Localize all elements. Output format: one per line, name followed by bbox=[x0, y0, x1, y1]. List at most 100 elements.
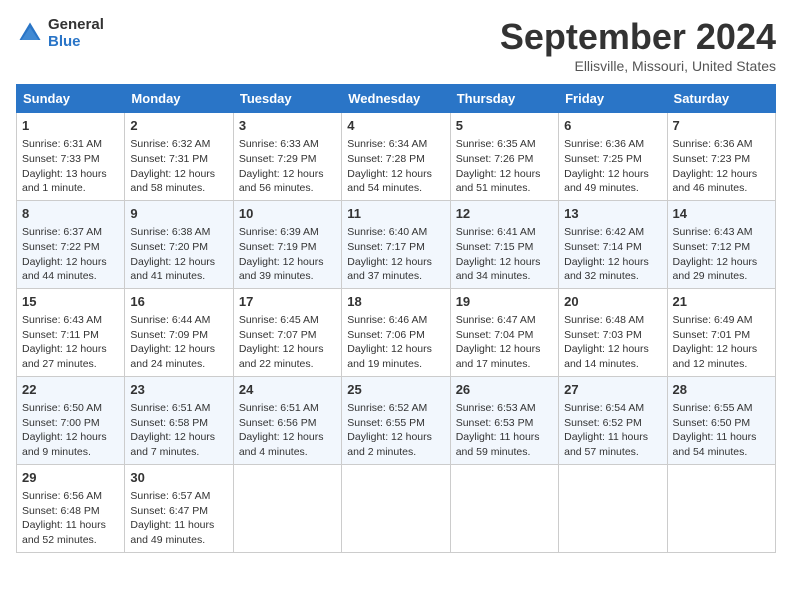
calendar-cell bbox=[342, 464, 450, 552]
day-info: Sunset: 6:48 PM bbox=[22, 504, 119, 519]
calendar-cell: 15Sunrise: 6:43 AMSunset: 7:11 PMDayligh… bbox=[17, 288, 125, 376]
day-info: and 49 minutes. bbox=[564, 181, 661, 196]
calendar-cell: 1Sunrise: 6:31 AMSunset: 7:33 PMDaylight… bbox=[17, 113, 125, 201]
day-number: 11 bbox=[347, 205, 444, 223]
day-info: Daylight: 12 hours bbox=[239, 255, 336, 270]
day-number: 9 bbox=[130, 205, 227, 223]
day-info: and 14 minutes. bbox=[564, 357, 661, 372]
calendar-cell: 2Sunrise: 6:32 AMSunset: 7:31 PMDaylight… bbox=[125, 113, 233, 201]
calendar-cell: 10Sunrise: 6:39 AMSunset: 7:19 PMDayligh… bbox=[233, 200, 341, 288]
day-info: Sunset: 7:20 PM bbox=[130, 240, 227, 255]
day-info: Sunset: 7:00 PM bbox=[22, 416, 119, 431]
day-info: Daylight: 12 hours bbox=[347, 342, 444, 357]
day-info: Daylight: 11 hours bbox=[456, 430, 553, 445]
calendar-cell bbox=[450, 464, 558, 552]
day-info: Sunrise: 6:48 AM bbox=[564, 313, 661, 328]
day-info: Sunrise: 6:55 AM bbox=[673, 401, 770, 416]
month-title: September 2024 bbox=[500, 16, 776, 58]
day-info: Sunset: 6:50 PM bbox=[673, 416, 770, 431]
day-info: Sunset: 7:11 PM bbox=[22, 328, 119, 343]
day-info: Daylight: 12 hours bbox=[347, 430, 444, 445]
day-info: Daylight: 12 hours bbox=[673, 255, 770, 270]
header-day: Wednesday bbox=[342, 85, 450, 113]
day-info: Sunrise: 6:56 AM bbox=[22, 489, 119, 504]
day-info: and 29 minutes. bbox=[673, 269, 770, 284]
day-info: Sunrise: 6:51 AM bbox=[239, 401, 336, 416]
location: Ellisville, Missouri, United States bbox=[500, 58, 776, 74]
calendar-week-row: 29 Sunrise: 6:56 AMSunset: 6:48 PM Dayligh… bbox=[17, 464, 776, 552]
calendar-cell: 23Sunrise: 6:51 AMSunset: 6:58 PMDayligh… bbox=[125, 376, 233, 464]
calendar-week-row: 22Sunrise: 6:50 AMSunset: 7:00 PMDayligh… bbox=[17, 376, 776, 464]
day-info: Sunset: 7:04 PM bbox=[456, 328, 553, 343]
calendar-cell: 24 Sunrise: 6:51 AMSunset: 6:56 PMDayligh… bbox=[233, 376, 341, 464]
calendar-cell: 7Sunrise: 6:36 AMSunset: 7:23 PMDaylight… bbox=[667, 113, 775, 201]
calendar-cell: 3Sunrise: 6:33 AMSunset: 7:29 PMDaylight… bbox=[233, 113, 341, 201]
day-info: Daylight: 12 hours bbox=[239, 430, 336, 445]
calendar-cell: 4Sunrise: 6:34 AMSunset: 7:28 PMDaylight… bbox=[342, 113, 450, 201]
day-number: 15 bbox=[22, 293, 119, 311]
day-info: Sunrise: 6:47 AM bbox=[456, 313, 553, 328]
day-number: 20 bbox=[564, 293, 661, 311]
day-info: and 44 minutes. bbox=[22, 269, 119, 284]
day-info: Sunset: 7:17 PM bbox=[347, 240, 444, 255]
day-info: Sunset: 7:26 PM bbox=[456, 152, 553, 167]
header-day: Tuesday bbox=[233, 85, 341, 113]
calendar-cell bbox=[667, 464, 775, 552]
day-info: Sunrise: 6:35 AM bbox=[456, 137, 553, 152]
day-info: Daylight: 12 hours bbox=[239, 342, 336, 357]
day-info: Sunset: 7:15 PM bbox=[456, 240, 553, 255]
day-info: and 7 minutes. bbox=[130, 445, 227, 460]
calendar-cell bbox=[233, 464, 341, 552]
logo: General Blue bbox=[16, 16, 104, 50]
calendar-cell: 16Sunrise: 6:44 AMSunset: 7:09 PMDayligh… bbox=[125, 288, 233, 376]
day-info: Sunrise: 6:42 AM bbox=[564, 225, 661, 240]
day-number: 1 bbox=[22, 117, 119, 135]
day-number: 12 bbox=[456, 205, 553, 223]
day-info: Daylight: 12 hours bbox=[239, 167, 336, 182]
day-number: 6 bbox=[564, 117, 661, 135]
day-info: Sunrise: 6:32 AM bbox=[130, 137, 227, 152]
day-info: Sunrise: 6:36 AM bbox=[564, 137, 661, 152]
calendar-cell: 20Sunrise: 6:48 AMSunset: 7:03 PMDayligh… bbox=[559, 288, 667, 376]
day-info: Daylight: 12 hours bbox=[673, 167, 770, 182]
day-number: 14 bbox=[673, 205, 770, 223]
calendar-cell: 30Sunrise: 6:57 AMSunset: 6:47 PMDayligh… bbox=[125, 464, 233, 552]
calendar-cell: 8Sunrise: 6:37 AMSunset: 7:22 PMDaylight… bbox=[17, 200, 125, 288]
day-number: 24 bbox=[239, 381, 336, 399]
day-info: and 58 minutes. bbox=[130, 181, 227, 196]
day-info: and 1 minute. bbox=[22, 181, 119, 196]
calendar-cell: 11Sunrise: 6:40 AMSunset: 7:17 PMDayligh… bbox=[342, 200, 450, 288]
day-number: 4 bbox=[347, 117, 444, 135]
day-info: Sunset: 7:19 PM bbox=[239, 240, 336, 255]
day-number: 19 bbox=[456, 293, 553, 311]
day-info: Daylight: 12 hours bbox=[22, 430, 119, 445]
day-info: and 17 minutes. bbox=[456, 357, 553, 372]
day-number: 8 bbox=[22, 205, 119, 223]
day-info: Sunset: 7:12 PM bbox=[673, 240, 770, 255]
day-info: and 56 minutes. bbox=[239, 181, 336, 196]
day-info: Daylight: 12 hours bbox=[564, 167, 661, 182]
day-info: Daylight: 11 hours bbox=[130, 518, 227, 533]
day-info: Sunrise: 6:46 AM bbox=[347, 313, 444, 328]
calendar-cell: 19Sunrise: 6:47 AMSunset: 7:04 PMDayligh… bbox=[450, 288, 558, 376]
day-info: Sunrise: 6:41 AM bbox=[456, 225, 553, 240]
day-info: Sunset: 7:33 PM bbox=[22, 152, 119, 167]
day-info: Sunset: 6:56 PM bbox=[239, 416, 336, 431]
day-info: and 4 minutes. bbox=[239, 445, 336, 460]
day-info: and 12 minutes. bbox=[673, 357, 770, 372]
day-info: and 2 minutes. bbox=[347, 445, 444, 460]
header-day: Friday bbox=[559, 85, 667, 113]
day-info: and 37 minutes. bbox=[347, 269, 444, 284]
calendar-cell: 5Sunrise: 6:35 AMSunset: 7:26 PMDaylight… bbox=[450, 113, 558, 201]
day-info: Sunset: 7:07 PM bbox=[239, 328, 336, 343]
day-info: Sunrise: 6:44 AM bbox=[130, 313, 227, 328]
day-info: Sunset: 6:53 PM bbox=[456, 416, 553, 431]
day-info: Daylight: 12 hours bbox=[130, 255, 227, 270]
day-info: Sunset: 7:06 PM bbox=[347, 328, 444, 343]
day-number: 21 bbox=[673, 293, 770, 311]
day-number: 29 bbox=[22, 469, 119, 487]
header-day: Saturday bbox=[667, 85, 775, 113]
day-info: Sunset: 7:25 PM bbox=[564, 152, 661, 167]
day-info: Sunrise: 6:57 AM bbox=[130, 489, 227, 504]
day-info: and 19 minutes. bbox=[347, 357, 444, 372]
